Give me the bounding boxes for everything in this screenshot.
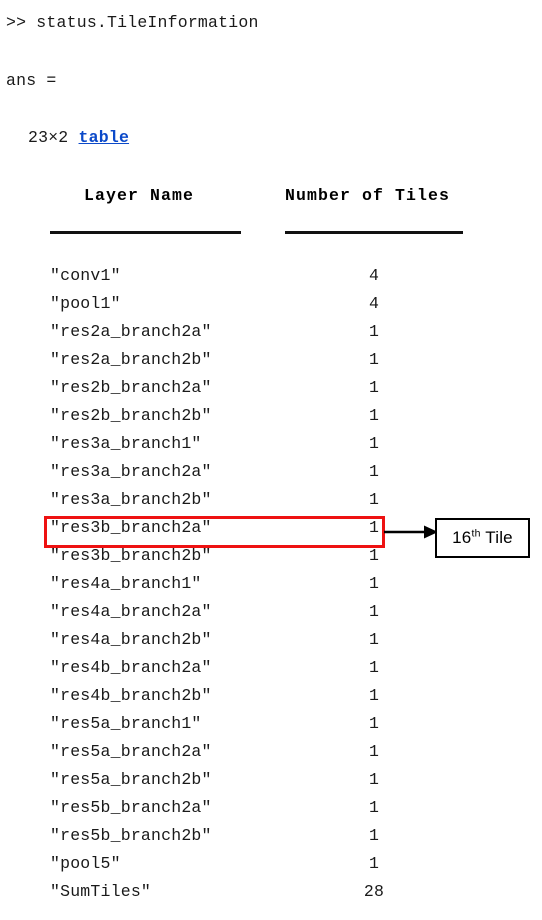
cell-number-of-tiles: 1	[368, 742, 380, 761]
cell-layer-name: "res2b_branch2a"	[50, 378, 212, 397]
table-row: "res4a_branch2b" 1	[0, 626, 542, 654]
table-row: "res5b_branch2b" 1	[0, 822, 542, 850]
cell-layer-name: "pool5"	[50, 854, 121, 873]
cell-number-of-tiles: 1	[368, 322, 380, 341]
cell-number-of-tiles: 1	[368, 602, 380, 621]
cell-layer-name: "pool1"	[50, 294, 121, 313]
table-row: "res3a_branch2b" 1	[0, 486, 542, 514]
table-row: "res5a_branch2a" 1	[0, 738, 542, 766]
table-body: "conv1" 4 "pool1" 4 "res2a_branch2a" 1 "res2a_…	[0, 262, 542, 906]
column-rule-number-of-tiles	[285, 231, 463, 234]
callout-ordinal-suffix: th	[471, 527, 481, 540]
cell-layer-name: "res4a_branch2a"	[50, 602, 212, 621]
cell-number-of-tiles: 1	[368, 826, 380, 845]
cell-layer-name: "res5a_branch1"	[50, 714, 202, 733]
table-row: "res3a_branch1" 1	[0, 430, 542, 458]
cell-layer-name: "res3b_branch2a"	[50, 518, 212, 537]
table-row: "res2a_branch2a" 1	[0, 318, 542, 346]
cell-number-of-tiles: 1	[368, 686, 380, 705]
table-row: "res5a_branch2b" 1	[0, 766, 542, 794]
cell-number-of-tiles: 1	[368, 854, 380, 873]
cell-layer-name: "res4b_branch2a"	[50, 658, 212, 677]
cell-number-of-tiles: 1	[368, 574, 380, 593]
cell-layer-name: "res5b_branch2b"	[50, 826, 212, 845]
table-row: "conv1" 4	[0, 262, 542, 290]
cell-number-of-tiles: 1	[368, 350, 380, 369]
cell-layer-name: "res2b_branch2b"	[50, 406, 212, 425]
callout-label-box: 16th Tile	[435, 518, 530, 558]
cell-layer-name: "res3a_branch2b"	[50, 490, 212, 509]
callout-word: Tile	[485, 528, 513, 547]
table-type-link[interactable]: table	[79, 128, 130, 147]
table-row: "res2a_branch2b" 1	[0, 346, 542, 374]
table-row: "res4a_branch1" 1	[0, 570, 542, 598]
cell-number-of-tiles: 4	[368, 294, 380, 313]
matlab-command-window: >> status.TileInformation ans = 23×2 tab…	[0, 0, 542, 920]
cell-number-of-tiles: 1	[368, 770, 380, 789]
cell-number-of-tiles: 4	[368, 266, 380, 285]
table-row: "pool1" 4	[0, 290, 542, 318]
cell-layer-name: "res3b_branch2b"	[50, 546, 212, 565]
cell-number-of-tiles: 1	[368, 798, 380, 817]
callout-arrow-icon	[384, 525, 438, 539]
cell-layer-name: "res5b_branch2a"	[50, 798, 212, 817]
table-dimensions: 23×2	[28, 128, 69, 147]
cell-number-of-tiles: 1	[368, 490, 380, 509]
cell-layer-name: "res4b_branch2b"	[50, 686, 212, 705]
table-row: "res4a_branch2a" 1	[0, 598, 542, 626]
cell-number-of-tiles: 1	[368, 658, 380, 677]
cell-layer-name: "res5a_branch2a"	[50, 742, 212, 761]
cell-layer-name: "res4a_branch1"	[50, 574, 202, 593]
table-row: "res5b_branch2a" 1	[0, 794, 542, 822]
cell-number-of-tiles: 28	[363, 882, 385, 901]
callout-text: 16th Tile	[452, 528, 513, 548]
table-row: "res2b_branch2a" 1	[0, 374, 542, 402]
cell-layer-name: "res3a_branch1"	[50, 434, 202, 453]
cell-number-of-tiles: 1	[368, 630, 380, 649]
callout-number: 16	[452, 528, 472, 547]
cell-number-of-tiles: 1	[368, 378, 380, 397]
table-row: "res4b_branch2b" 1	[0, 682, 542, 710]
table-row: "res4b_branch2a" 1	[0, 654, 542, 682]
table-row: "res2b_branch2b" 1	[0, 402, 542, 430]
column-header-layer-name: Layer Name	[84, 186, 195, 205]
cell-layer-name: "SumTiles"	[50, 882, 152, 901]
cell-number-of-tiles: 1	[368, 406, 380, 425]
cell-layer-name: "res2a_branch2a"	[50, 322, 212, 341]
cell-layer-name: "conv1"	[50, 266, 121, 285]
table-size-line: 23×2 table	[28, 128, 129, 147]
cell-number-of-tiles: 1	[368, 714, 380, 733]
ans-label: ans =	[6, 71, 57, 90]
command-prompt-line: >> status.TileInformation	[6, 13, 259, 32]
column-header-number-of-tiles: Number of Tiles	[285, 186, 451, 205]
column-rule-layer-name	[50, 231, 241, 234]
table-row: "pool5" 1	[0, 850, 542, 878]
cell-layer-name: "res5a_branch2b"	[50, 770, 212, 789]
table-row: "SumTiles" 28	[0, 878, 542, 906]
cell-layer-name: "res3a_branch2a"	[50, 462, 212, 481]
table-row: "res3a_branch2a" 1	[0, 458, 542, 486]
table-row: "res5a_branch1" 1	[0, 710, 542, 738]
cell-number-of-tiles: 1	[368, 434, 380, 453]
cell-number-of-tiles: 1	[368, 462, 380, 481]
cell-layer-name: "res4a_branch2b"	[50, 630, 212, 649]
cell-layer-name: "res2a_branch2b"	[50, 350, 212, 369]
